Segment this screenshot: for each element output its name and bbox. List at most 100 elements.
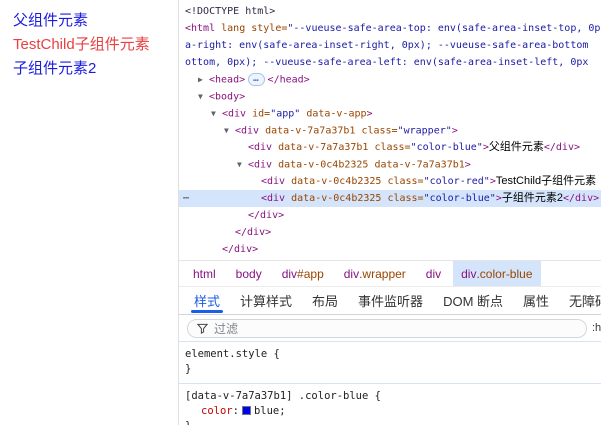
breadcrumb-tag: div <box>425 266 442 281</box>
code-token: "wrapper" <box>397 125 452 137</box>
dom-tree-row[interactable]: a-right: env(safe-area-inset-right, 0px)… <box>179 37 601 54</box>
page-text-line: 父组件元素 <box>13 12 89 29</box>
tab-事件监听器[interactable]: 事件监听器 <box>348 287 433 314</box>
code-token: <body> <box>209 91 246 103</box>
breadcrumb-tag: body <box>235 266 262 281</box>
code-token: <head> <box>209 74 246 86</box>
tab-DOM 断点[interactable]: DOM 断点 <box>433 287 513 314</box>
code-token: data-v-0c4b2325 class= <box>285 176 424 187</box>
tab-属性[interactable]: 属性 <box>513 287 559 314</box>
filter-placeholder: 过滤 <box>214 322 239 336</box>
code-token: <div <box>261 193 286 204</box>
code-token: data-v-0c4b2325 class= <box>285 193 424 204</box>
more-actions-icon[interactable]: ⋯ <box>183 190 190 207</box>
breadcrumb-tag: html <box>193 266 216 281</box>
code-token: <div <box>235 125 260 137</box>
code-token: </div> <box>222 244 259 255</box>
breadcrumb-item-html[interactable]: html <box>185 261 224 286</box>
code-token: <div <box>222 108 247 120</box>
code-token: <div <box>248 159 273 171</box>
tab-计算样式[interactable]: 计算样式 <box>230 287 302 314</box>
css-property-name[interactable]: color <box>201 405 233 417</box>
dom-tree-row[interactable]: ▼ <div data-v-7a7a37b1 class="wrapper"> <box>179 122 601 139</box>
breadcrumb-suffix: #app <box>297 266 324 281</box>
styles-filter-row: 过滤 :hov <box>179 315 601 342</box>
breadcrumb-item-div#app[interactable]: div #app <box>274 261 332 286</box>
colon: : <box>232 405 239 417</box>
dom-tree-row-selected[interactable]: ⋯ <div data-v-0c4b2325 class="color-blue"… <box>179 190 601 207</box>
breadcrumb-tag: div <box>281 266 298 281</box>
panel-tab-bar: 样式计算样式布局事件监听器DOM 断点属性无障碍功能 <box>179 286 601 315</box>
breadcrumb-item-div.color-blue[interactable]: div .color-blue <box>453 261 541 286</box>
code-token: </div> <box>562 193 600 204</box>
color-swatch[interactable] <box>241 406 251 415</box>
dom-tree-row[interactable]: <div data-v-0c4b2325 class="color-red">T… <box>179 173 601 190</box>
breadcrumb-tag: div <box>343 266 360 281</box>
css-property-value[interactable]: blue; <box>254 405 286 417</box>
code-token: "--vueuse-safe-area-top: env(safe-area-i… <box>287 23 601 34</box>
page-text-line: TestChild子组件元素 <box>13 36 150 53</box>
tab-布局[interactable]: 布局 <box>302 287 348 314</box>
tab-样式[interactable]: 样式 <box>184 287 230 314</box>
css-selector[interactable]: element.style <box>185 348 267 360</box>
toggle-element-state-button[interactable]: :hov <box>592 322 601 334</box>
expand-arrow-open-icon[interactable]: ▼ <box>211 105 222 122</box>
code-token: data-v-7a7a37b1 class= <box>259 125 398 137</box>
dom-tree-row[interactable]: <div data-v-7a7a37b1 class="color-blue">… <box>179 139 601 156</box>
dom-tree-row[interactable]: </div> <box>179 207 601 224</box>
code-token: > <box>366 108 373 120</box>
breadcrumb-suffix: .wrapper <box>359 266 406 281</box>
code-token: </div> <box>248 210 285 221</box>
code-token: data-v-0c4b2325 data-v-7a7a37b1 <box>272 159 465 171</box>
dom-tree[interactable]: <!DOCTYPE html> <html lang style="--vueus… <box>179 0 601 260</box>
css-declaration[interactable]: color: blue; <box>185 404 595 419</box>
page-text-line: 子组件元素2 <box>13 60 97 77</box>
code-token: data-v-7a7a37b1 class= <box>272 142 411 153</box>
dom-tree-row[interactable]: ▼ <div data-v-0c4b2325 data-v-7a7a37b1> <box>179 156 601 173</box>
code-token: "app" <box>270 108 301 120</box>
close-brace: } <box>185 363 192 375</box>
breadcrumb-item-body[interactable]: body <box>228 261 270 286</box>
breadcrumb-item-div.wrapper[interactable]: div .wrapper <box>336 261 414 286</box>
code-token: <div <box>261 176 286 187</box>
code-token: <html <box>185 23 216 34</box>
breadcrumb-tag: div <box>461 266 477 281</box>
breadcrumb-suffix: .color-blue <box>476 266 533 281</box>
expand-arrow-open-icon[interactable]: ▼ <box>224 122 235 139</box>
code-token: id= <box>246 108 271 120</box>
code-token: a-right: env(safe-area-inset-right, 0px)… <box>185 40 589 51</box>
expand-arrow-open-icon[interactable]: ▼ <box>198 88 209 105</box>
css-selector[interactable]: [data-v-7a7a37b1] .color-blue <box>185 390 368 402</box>
style-rule-block: [data-v-7a7a37b1] .color-blue { color: blu… <box>179 384 601 425</box>
code-token: "color-blue" <box>423 193 496 204</box>
funnel-icon <box>197 323 208 334</box>
code-token: 子组件元素2 <box>501 192 563 204</box>
close-brace: } <box>185 420 191 425</box>
code-token: <div <box>248 142 273 153</box>
dom-tree-row[interactable]: ▶ <head>… </head> <box>179 71 601 88</box>
dom-tree-row[interactable]: <html lang style="--vueuse-safe-area-top… <box>179 20 601 37</box>
expand-arrow-open-icon[interactable]: ▼ <box>237 156 248 173</box>
filter-input[interactable]: 过滤 <box>187 319 587 338</box>
code-token: > <box>464 159 471 171</box>
collapsed-content-icon[interactable]: … <box>248 73 265 86</box>
dom-tree-row[interactable]: ottom, 0px); --vueuse-safe-area-left: en… <box>179 54 601 71</box>
dom-tree-row[interactable]: <!DOCTYPE html> <box>179 3 601 20</box>
code-token: <!DOCTYPE html> <box>185 6 276 17</box>
dom-tree-row[interactable]: ▼ <div id="app" data-v-app> <box>179 105 601 122</box>
dom-tree-row[interactable]: </div> <box>179 224 601 241</box>
rendered-page-preview: 父组件元素 TestChild子组件元素 子组件元素2 <box>0 0 179 425</box>
breadcrumb-item-div[interactable]: div <box>418 261 449 286</box>
tab-无障碍功能[interactable]: 无障碍功能 <box>559 287 601 314</box>
dom-tree-row[interactable]: ▼ <body> <box>179 88 601 105</box>
dom-tree-row[interactable]: </div> <box>179 241 601 258</box>
devtools-panel: <!DOCTYPE html> <html lang style="--vueus… <box>179 0 601 425</box>
code-token: </div> <box>543 142 580 153</box>
code-token: ottom, 0px); --vueuse-safe-area-left: en… <box>185 57 589 68</box>
code-token: lang style= <box>215 23 288 34</box>
style-rule-block: element.style {} <box>179 342 601 384</box>
open-brace: { <box>368 390 381 402</box>
expand-arrow-closed-icon[interactable]: ▶ <box>198 71 209 88</box>
code-token: TestChild子组件元素 <box>495 175 597 187</box>
styles-pane: element.style {} [data-v-7a7a37b1] .color… <box>179 342 601 425</box>
